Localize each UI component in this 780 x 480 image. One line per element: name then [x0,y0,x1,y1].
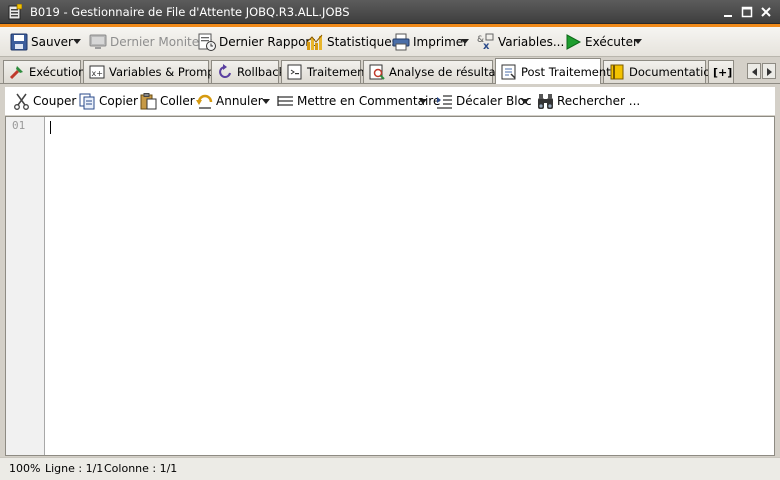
scissors-icon [14,93,29,110]
paste-label: Coller [160,94,195,108]
execute-dropdown-arrow[interactable] [634,39,642,44]
cut-button[interactable]: Couper [13,91,76,111]
copy-button[interactable]: Copier [79,91,138,111]
tabs-scroll-left-button[interactable] [747,63,761,79]
add-tab-button[interactable]: [+] [708,60,734,83]
save-button[interactable]: Sauver [10,32,73,52]
minimize-button[interactable] [720,4,736,20]
statistics-button[interactable]: Statistiques [306,32,398,52]
paste-button[interactable]: Coller [140,91,195,111]
cut-label: Couper [33,94,77,108]
documentation-icon [610,64,624,80]
queue-manager-icon [8,4,22,20]
tab-processing-label: Traitement [307,65,369,79]
svg-text:x+: x+ [92,69,103,78]
text-caret [50,121,51,134]
report-clock-icon [198,33,216,51]
comment-button[interactable]: Mettre en Commentaire [277,91,440,111]
indent-icon [437,94,452,109]
print-dropdown-arrow[interactable] [461,39,469,44]
undo-dropdown-arrow[interactable] [262,99,270,104]
processing-icon [287,64,302,80]
tab-execution-label: Exécution [29,65,86,79]
execute-button[interactable]: Exécuter [564,32,638,52]
tab-documentation-label: Documentation [629,65,718,79]
execution-icon [9,66,23,80]
tab-variables-prompts[interactable]: x+ Variables & Prompts [83,60,225,83]
save-label: Sauver [31,35,73,49]
tab-rollback-label: Rollback [237,65,286,79]
search-button[interactable]: Rechercher ... [537,91,640,111]
floppy-disk-icon [10,33,28,51]
tab-processing[interactable]: Traitement [281,60,369,83]
search-label: Rechercher ... [557,94,641,108]
editor-content[interactable] [52,119,770,453]
results-analysis-icon [369,64,385,80]
tab-variables-prompts-label: Variables & Prompts [109,65,226,79]
binoculars-icon [538,93,553,109]
variables-icon: & x [477,33,494,51]
comment-lines-icon [277,95,293,106]
close-icon [761,7,771,17]
copy-label: Copier [99,94,138,108]
last-report-label: Dernier Rapport [219,35,316,49]
undo-label: Annuler [216,94,263,108]
chevron-left-icon [752,68,757,76]
printer-icon [392,33,410,51]
tab-post-processing-label: Post Traitement [521,64,611,79]
column-position: Colonne : 1/1 [104,462,178,475]
maximize-icon [741,6,753,18]
tab-rollback[interactable]: Rollback [211,60,285,83]
rollback-icon [219,64,231,78]
save-dropdown-arrow[interactable] [73,39,81,44]
bar-chart-icon [306,34,323,50]
shift-block-button[interactable]: Décaler Bloc [436,91,532,111]
tab-strip: Exécution x+ Variables & Prompts Rollbac… [0,57,780,84]
execute-label: Exécuter [585,35,638,49]
code-editor[interactable]: 01 [5,116,775,456]
tab-results-analysis[interactable]: Analyse de résultats [363,60,506,83]
copy-icon [79,93,95,109]
print-button[interactable]: Imprimer [392,32,468,52]
undo-button[interactable]: Annuler [196,91,263,111]
clipboard-icon [140,92,157,109]
last-monitor-label: Dernier Moniteur [110,35,212,49]
tab-execution[interactable]: Exécution [3,60,85,83]
variables-prompts-icon: x+ [89,65,105,79]
minimize-icon [724,15,732,17]
chevron-right-icon [767,68,772,76]
variables-label: Variables... [498,35,565,49]
window-title: B019 - Gestionnaire de File d'Attente JO… [30,5,350,19]
shift-block-dropdown-arrow[interactable] [521,99,529,104]
statistics-label: Statistiques [327,35,398,49]
zoom-level: 100% [9,462,41,475]
post-processing-icon [501,64,516,79]
tab-post-processing[interactable]: Post Traitement [495,58,611,84]
undo-icon [196,94,213,109]
main-toolbar: Sauver Dernier Moniteur Dernier Rapport … [0,27,780,57]
editor-toolbar: Couper Copier Coller Annuler Mettre en C [5,87,775,115]
close-button[interactable] [758,4,774,20]
svg-text:x: x [483,41,490,51]
tabs-scroll-right-button[interactable] [762,63,776,79]
variables-button[interactable]: & x Variables... [477,32,564,52]
title-bar: B019 - Gestionnaire de File d'Attente JO… [0,0,780,24]
tab-documentation[interactable]: Documentation [603,60,718,83]
line-number: 01 [12,119,26,132]
line-number-gutter: 01 [6,117,45,455]
monitor-icon [89,34,107,49]
line-position: Ligne : 1/1 [45,462,104,475]
print-label: Imprimer [413,35,469,49]
play-icon [566,34,582,50]
tab-results-analysis-label: Analyse de résultats [389,65,507,79]
maximize-button[interactable] [739,4,755,20]
status-bar: 100% Ligne : 1/1 Colonne : 1/1 [0,457,780,480]
comment-dropdown-arrow[interactable] [419,99,427,104]
last-report-button[interactable]: Dernier Rapport [198,32,315,52]
last-monitor-button[interactable]: Dernier Moniteur [89,32,212,52]
add-tab-icon: [+] [713,65,733,79]
